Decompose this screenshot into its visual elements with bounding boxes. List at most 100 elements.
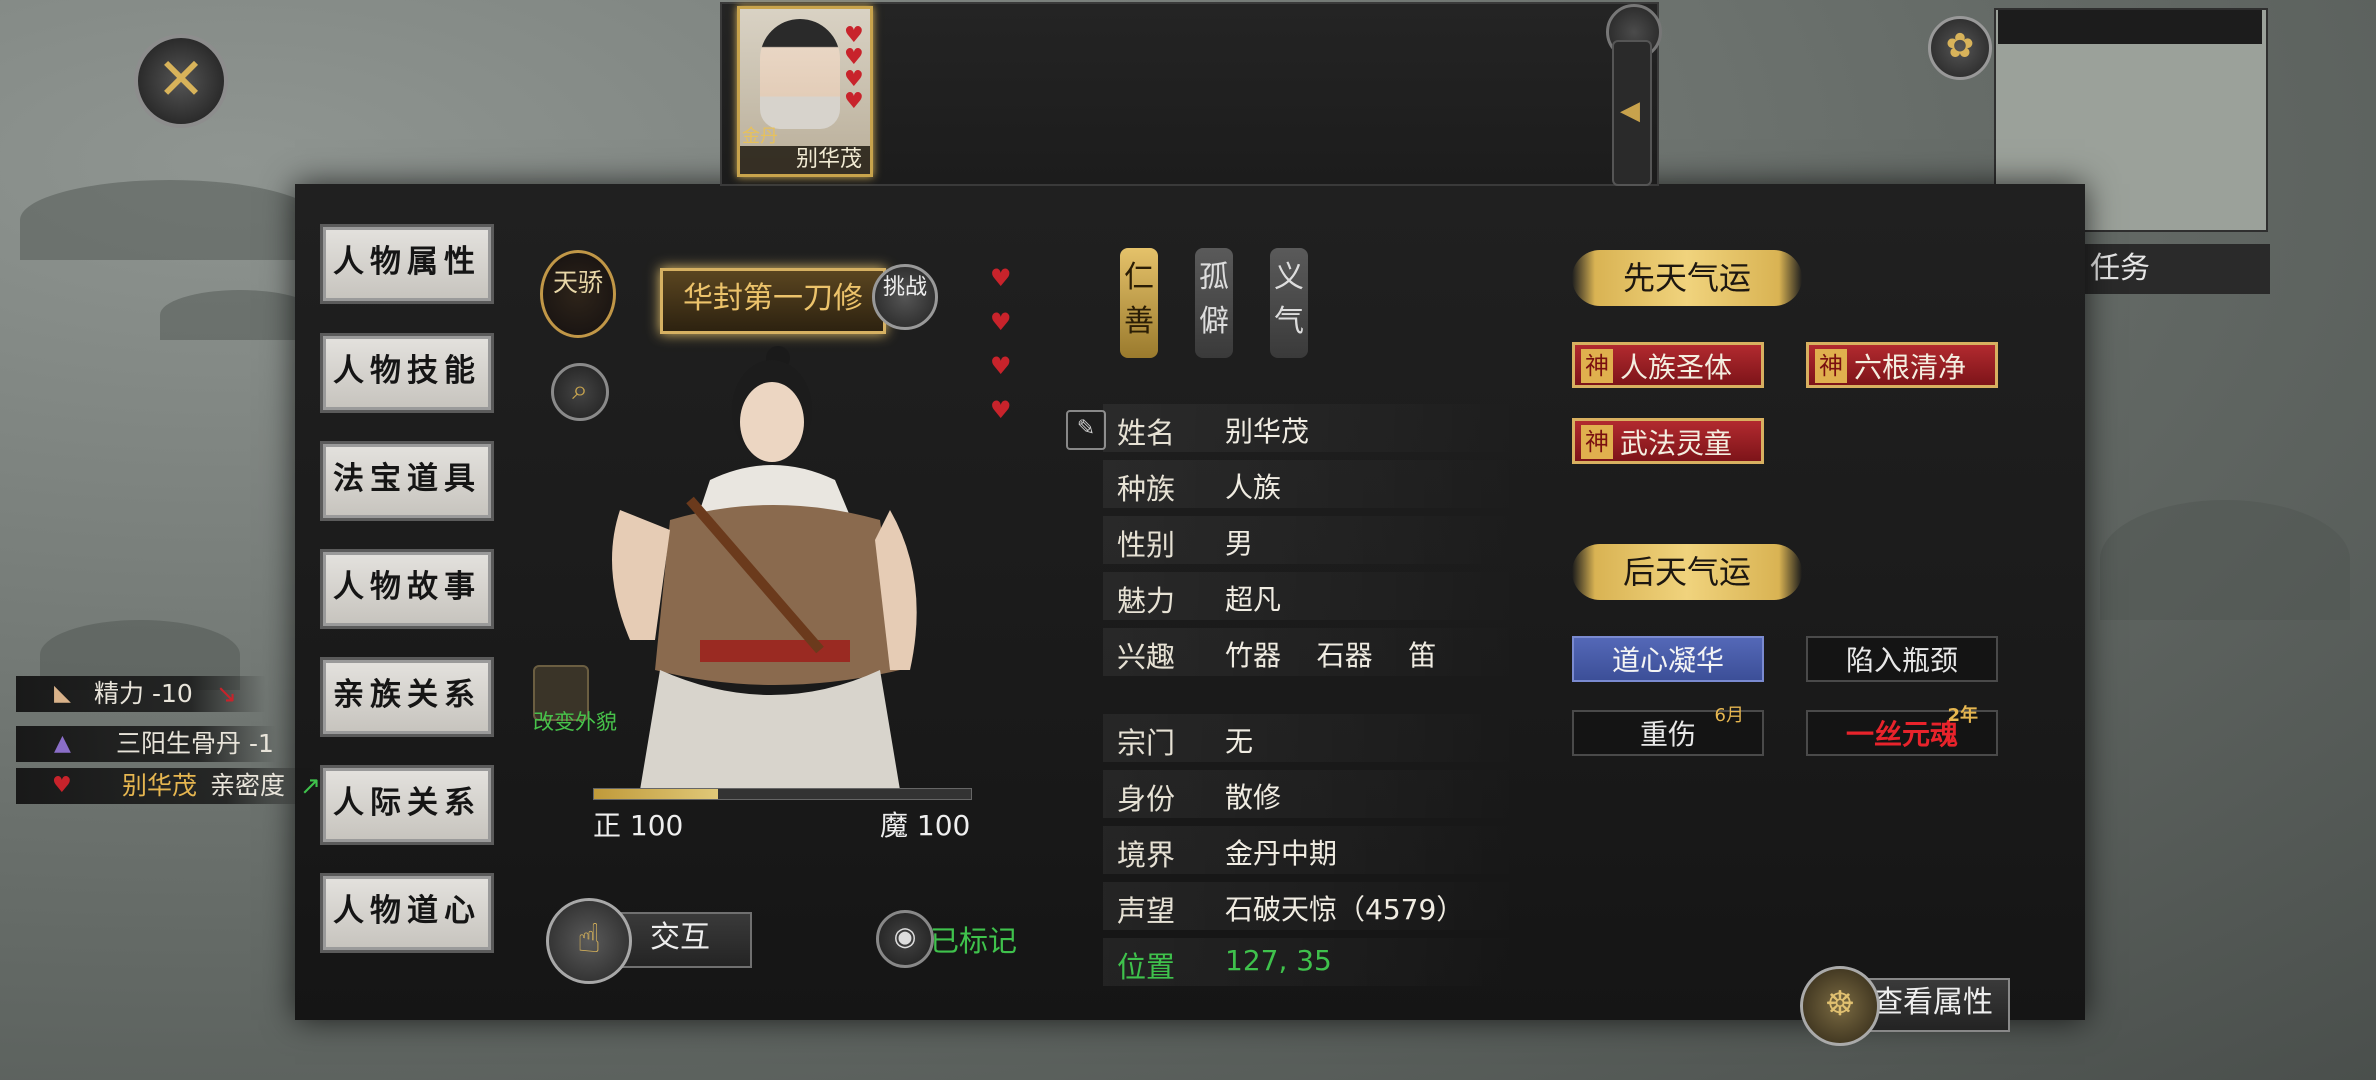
trait-tag: 仁善 xyxy=(1120,248,1158,358)
info-row-race: 种族 人族 xyxy=(1103,460,1523,508)
arrow-down-icon: ↘ xyxy=(216,679,237,708)
notification-text: 亲密度 xyxy=(210,771,286,800)
character-sitting-icon: ☸ xyxy=(1800,966,1880,1046)
info-row-name: 姓名 别华茂 xyxy=(1103,404,1523,452)
hat-icon: ▲ xyxy=(54,731,71,756)
rename-brush-icon[interactable]: ✎ xyxy=(1066,410,1106,450)
character-title: 华封第一刀修 xyxy=(660,268,886,334)
notification-intimacy: ♥ 别华茂 亲密度 ↗ xyxy=(16,768,321,804)
info-label: 性别 xyxy=(1117,528,1176,562)
acquired-fortune-title: 后天气运 xyxy=(1572,544,1802,600)
innate-tag-label: 武法灵童 xyxy=(1619,427,1732,460)
info-value: 男 xyxy=(1225,527,1254,560)
info-row-sect: 宗门 无 xyxy=(1103,714,1523,762)
chevron-left-icon[interactable]: ◀ xyxy=(1620,96,1640,126)
acquired-tag[interactable]: 陷入瓶颈 xyxy=(1806,636,1998,682)
demonic-value: 魔 100 xyxy=(880,809,971,842)
marked-label: 已标记 xyxy=(930,924,1018,958)
character-figure xyxy=(612,346,917,790)
info-label: 身份 xyxy=(1117,782,1176,816)
info-label: 姓名 xyxy=(1117,416,1176,450)
heart-icon: ♥ xyxy=(990,352,1012,380)
info-value: 金丹中期 xyxy=(1225,837,1338,870)
heart-icon: ♥ xyxy=(844,45,864,70)
portrait-badge: 金丹 xyxy=(742,126,778,147)
info-label: 种族 xyxy=(1117,472,1176,506)
heart-icon: ♥ xyxy=(990,264,1012,292)
menu-skills[interactable]: 人物技能 xyxy=(320,333,494,413)
view-attributes-button[interactable]: 查看属性 ☸ xyxy=(1800,966,2010,1046)
info-value: 石破天惊（4579） xyxy=(1225,893,1465,926)
divine-mark-icon: 神 xyxy=(1581,425,1613,459)
innate-tag-label: 六根清净 xyxy=(1853,351,1966,384)
heart-icon: ♥ xyxy=(52,773,72,798)
task-tab[interactable]: 任务 xyxy=(2070,244,2270,294)
heart-icon: ♥ xyxy=(844,67,864,92)
innate-tag-label: 人族圣体 xyxy=(1619,351,1732,384)
notification-item: ▲ 三阳生骨丹 -1 xyxy=(16,726,276,762)
eye-icon: ◉ xyxy=(876,910,934,968)
alignment-bar-fill xyxy=(594,789,719,799)
info-value: 竹器 石器 笛 xyxy=(1225,639,1437,672)
info-row-gender: 性别 男 xyxy=(1103,516,1523,564)
acquired-tag[interactable]: 道心凝华 xyxy=(1572,636,1764,682)
info-row-location[interactable]: 位置 127, 35 xyxy=(1103,938,1523,986)
close-button[interactable]: ✕ xyxy=(134,34,228,128)
info-label: 兴趣 xyxy=(1117,640,1176,674)
menu-story[interactable]: 人物故事 xyxy=(320,549,494,629)
innate-tag[interactable]: 神 武法灵童 xyxy=(1572,418,1764,464)
menu-relations[interactable]: 人际关系 xyxy=(320,765,494,845)
info-value: 别华茂 xyxy=(1225,415,1310,448)
alignment-bar xyxy=(593,788,972,800)
innate-tag[interactable]: 神 六根清净 xyxy=(1806,342,1998,388)
notification-name: 别华茂 xyxy=(122,771,198,800)
info-row-charm: 魅力 超凡 xyxy=(1103,572,1523,620)
duration-label: 6月 xyxy=(1714,705,1744,726)
info-label: 境界 xyxy=(1117,838,1176,872)
character-portrait-card[interactable]: ♥ ♥ ♥ ♥ 金丹 别华茂 xyxy=(737,6,873,177)
innate-fortune-title: 先天气运 xyxy=(1572,250,1802,306)
acquired-tag[interactable]: 一丝元魂 2年 xyxy=(1806,706,1998,756)
innate-tag[interactable]: 神 人族圣体 xyxy=(1572,342,1764,388)
minimap-header xyxy=(1998,10,2262,44)
divine-mark-icon: 神 xyxy=(1815,349,1847,383)
arrow-up-icon: ↗ xyxy=(300,771,321,800)
heart-icon: ♥ xyxy=(990,308,1012,336)
acquired-tag[interactable]: 重伤 6月 xyxy=(1572,706,1764,756)
menu-family[interactable]: 亲族关系 xyxy=(320,657,494,737)
trait-tag: 孤僻 xyxy=(1195,248,1233,358)
divine-mark-icon: 神 xyxy=(1581,349,1613,383)
menu-items[interactable]: 法宝道具 xyxy=(320,441,494,521)
duration-label: 2年 xyxy=(1947,705,1978,726)
menu-dao-heart[interactable]: 人物道心 xyxy=(320,873,494,953)
info-value: 人族 xyxy=(1225,471,1282,504)
info-value: 超凡 xyxy=(1225,583,1282,616)
hand-pointer-icon: ☝ xyxy=(546,898,632,984)
info-label: 声望 xyxy=(1117,894,1176,928)
info-label: 魅力 xyxy=(1117,584,1176,618)
heart-icon: ♥ xyxy=(990,396,1012,424)
menu-attributes[interactable]: 人物属性 xyxy=(320,224,494,304)
info-row-identity: 身份 散修 xyxy=(1103,770,1523,818)
tianjiao-badge: 天骄 xyxy=(540,250,616,338)
portrait-image xyxy=(760,19,840,129)
change-appearance-label[interactable]: 改变外貌 xyxy=(533,706,617,736)
info-row-hobby: 兴趣 竹器 石器 笛 xyxy=(1103,628,1523,676)
info-value: 无 xyxy=(1225,725,1254,758)
portrait-name: 别华茂 xyxy=(740,146,870,174)
heart-icon: ♥ xyxy=(844,89,864,114)
info-label: 宗门 xyxy=(1117,726,1176,760)
mark-toggle[interactable]: ◉ 已标记 xyxy=(876,908,1026,968)
info-label: 位置 xyxy=(1117,950,1176,984)
trait-tag: 义气 xyxy=(1270,248,1308,358)
settings-gear-icon[interactable]: ✿ xyxy=(1928,16,1992,80)
info-row-realm: 境界 金丹中期 xyxy=(1103,826,1523,874)
info-value: 127, 35 xyxy=(1225,944,1332,977)
info-row-reputation: 声望 石破天惊（4579） xyxy=(1103,882,1523,930)
heart-icon: ♥ xyxy=(844,23,864,48)
interact-button[interactable]: 交互 ☝ xyxy=(546,898,752,984)
notification-stamina: ◣ 精力 -10 ↘ xyxy=(16,676,266,712)
notification-text: 三阳生骨丹 -1 xyxy=(116,729,274,758)
challenge-button[interactable]: 挑战 xyxy=(872,264,938,330)
acquired-tag-label: 重伤 xyxy=(1639,718,1696,751)
